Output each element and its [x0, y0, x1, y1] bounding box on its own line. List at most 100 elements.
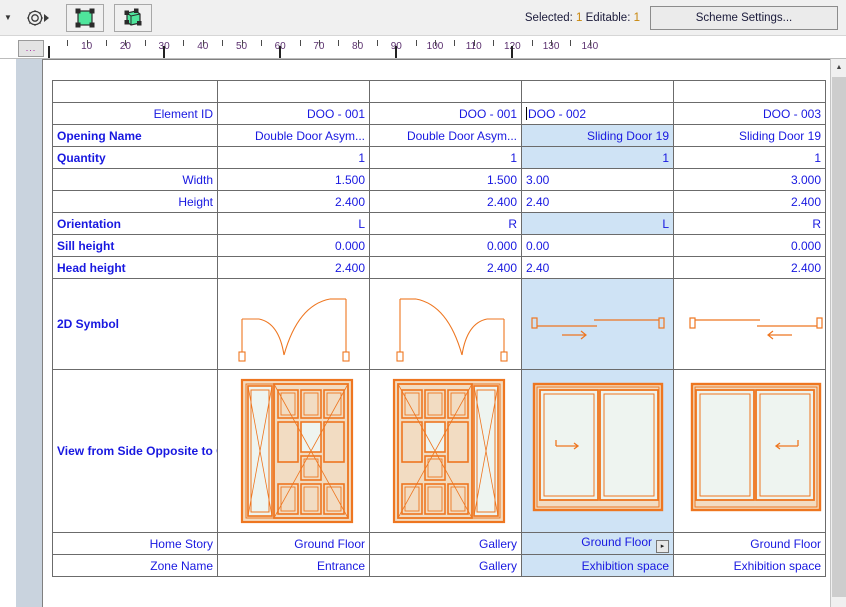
cell-sill-height[interactable]: 0.00 — [522, 235, 674, 257]
cell-orientation[interactable]: R — [370, 213, 522, 235]
2d-symbol-cell[interactable] — [522, 279, 674, 370]
ruler-tick — [532, 40, 533, 46]
cell-sill-height[interactable]: 0.000 — [218, 235, 370, 257]
2d-view-icon[interactable] — [66, 4, 104, 32]
cell-home-story[interactable]: Gallery — [370, 533, 522, 555]
chevron-down-icon[interactable] — [0, 0, 16, 36]
cell-quantity[interactable]: 1 — [522, 147, 674, 169]
cell-width[interactable]: 1.500 — [218, 169, 370, 191]
cell-element-id[interactable]: DOO - 003 — [674, 103, 826, 125]
ruler-tick — [493, 40, 494, 46]
row-label: Element ID — [53, 103, 218, 125]
cell-zone-name[interactable]: Exhibition space — [674, 555, 826, 577]
cell-orientation[interactable]: R — [674, 213, 826, 235]
cell-width[interactable]: 3.00 — [522, 169, 674, 191]
row-label: Orientation — [53, 213, 218, 235]
ruler-tick — [183, 40, 184, 46]
ruler-tick — [242, 40, 243, 46]
cell-opening-name[interactable]: Double Door Asym... — [218, 125, 370, 147]
ruler-tick — [222, 40, 223, 46]
door-schedule-table: Element IDDOO - 001DOO - 001DOO - 002DOO… — [52, 80, 826, 577]
ruler-options-button[interactable]: ... — [18, 40, 44, 57]
scrollbar-thumb[interactable] — [832, 77, 846, 597]
cell-quantity[interactable]: 1 — [218, 147, 370, 169]
cell-orientation[interactable]: L — [522, 213, 674, 235]
dropdown-arrow-icon[interactable]: ▸ — [656, 540, 669, 553]
cell-opening-name[interactable]: Sliding Door 19 — [674, 125, 826, 147]
row-label: Width — [53, 169, 218, 191]
spacer-cell — [522, 81, 674, 103]
cell-opening-name[interactable]: Double Door Asym... — [370, 125, 522, 147]
cell-home-story[interactable]: Ground Floor — [218, 533, 370, 555]
ruler-tick — [87, 40, 88, 46]
cell-value: Ground Floor — [581, 535, 652, 549]
table-row: Head height2.4002.4002.402.400 — [53, 257, 826, 279]
cell-zone-name[interactable]: Gallery — [370, 555, 522, 577]
cell-home-story[interactable]: Ground Floor ▸ — [522, 533, 674, 555]
elevation-view-cell[interactable] — [522, 370, 674, 533]
cell-width[interactable]: 1.500 — [370, 169, 522, 191]
gear-play-icon[interactable] — [18, 3, 56, 33]
cell-sill-height[interactable]: 0.000 — [674, 235, 826, 257]
cell-quantity[interactable]: 1 — [674, 147, 826, 169]
cell-height[interactable]: 2.400 — [370, 191, 522, 213]
cell-value: DOO - 002 — [528, 107, 586, 121]
row-label: Sill height — [53, 235, 218, 257]
cell-height[interactable]: 2.400 — [674, 191, 826, 213]
table-row: View from Side Opposite to Opening Side — [53, 370, 826, 533]
cell-quantity[interactable]: 1 — [370, 147, 522, 169]
table-row: Height2.4002.4002.402.400 — [53, 191, 826, 213]
table-row — [53, 81, 826, 103]
elevation-view-cell[interactable] — [370, 370, 522, 533]
ruler-tick — [416, 40, 417, 46]
cell-element-id[interactable]: DOO - 001 — [218, 103, 370, 125]
ruler-tick — [570, 40, 571, 46]
row-label-zone-name: Zone Name — [53, 555, 218, 577]
ruler-tick — [261, 40, 262, 46]
table-row: Sill height0.0000.0000.000.000 — [53, 235, 826, 257]
cell-height[interactable]: 2.40 — [522, 191, 674, 213]
table-row: Width1.5001.5003.003.000 — [53, 169, 826, 191]
table-row: 2D Symbol — [53, 279, 826, 370]
vertical-scrollbar[interactable]: ▲ — [830, 59, 846, 607]
row-label-home-story: Home Story — [53, 533, 218, 555]
cell-head-height[interactable]: 2.400 — [370, 257, 522, 279]
cell-head-height[interactable]: 2.400 — [674, 257, 826, 279]
cell-home-story[interactable]: Ground Floor — [674, 533, 826, 555]
top-toolbar: Selected: 1 Editable: 1 Scheme Settings.… — [0, 0, 846, 36]
scroll-up-arrow-icon[interactable]: ▲ — [831, 59, 846, 76]
2d-symbol-cell[interactable] — [218, 279, 370, 370]
cell-width[interactable]: 3.000 — [674, 169, 826, 191]
cell-orientation[interactable]: L — [218, 213, 370, 235]
row-label: Opening Name — [53, 125, 218, 147]
ruler-tick — [435, 40, 436, 46]
row-label-elevation-view: View from Side Opposite to Opening Side — [53, 370, 218, 533]
ruler-tick — [590, 40, 591, 46]
scheme-settings-button[interactable]: Scheme Settings... — [650, 6, 838, 30]
cell-head-height[interactable]: 2.40 — [522, 257, 674, 279]
2d-symbol-cell[interactable] — [674, 279, 826, 370]
table-row: Element IDDOO - 001DOO - 001DOO - 002DOO… — [53, 103, 826, 125]
spacer-cell — [370, 81, 522, 103]
cell-value: Gallery — [479, 537, 517, 551]
schedule-body: Element IDDOO - 001DOO - 001DOO - 002DOO… — [53, 81, 826, 577]
cell-element-id[interactable]: DOO - 002 — [522, 103, 674, 125]
table-row: Home Story Ground Floor Gallery Ground Floo… — [53, 533, 826, 555]
selected-label: Selected: — [525, 12, 576, 24]
cell-value: Ground Floor — [750, 537, 821, 551]
cell-head-height[interactable]: 2.400 — [218, 257, 370, 279]
elevation-view-cell[interactable] — [218, 370, 370, 533]
cell-opening-name[interactable]: Sliding Door 19 — [522, 125, 674, 147]
cell-sill-height[interactable]: 0.000 — [370, 235, 522, 257]
schedule-canvas: Element IDDOO - 001DOO - 001DOO - 002DOO… — [16, 59, 846, 607]
cell-element-id[interactable]: DOO - 001 — [370, 103, 522, 125]
cell-height[interactable]: 2.400 — [218, 191, 370, 213]
cell-value: Ground Floor — [294, 537, 365, 551]
spacer-cell — [218, 81, 370, 103]
cell-zone-name[interactable]: Exhibition space — [522, 555, 674, 577]
elevation-view-cell[interactable] — [674, 370, 826, 533]
2d-symbol-cell[interactable] — [370, 279, 522, 370]
row-label-2d-symbol: 2D Symbol — [53, 279, 218, 370]
3d-view-icon[interactable] — [114, 4, 152, 32]
cell-zone-name[interactable]: Entrance — [218, 555, 370, 577]
